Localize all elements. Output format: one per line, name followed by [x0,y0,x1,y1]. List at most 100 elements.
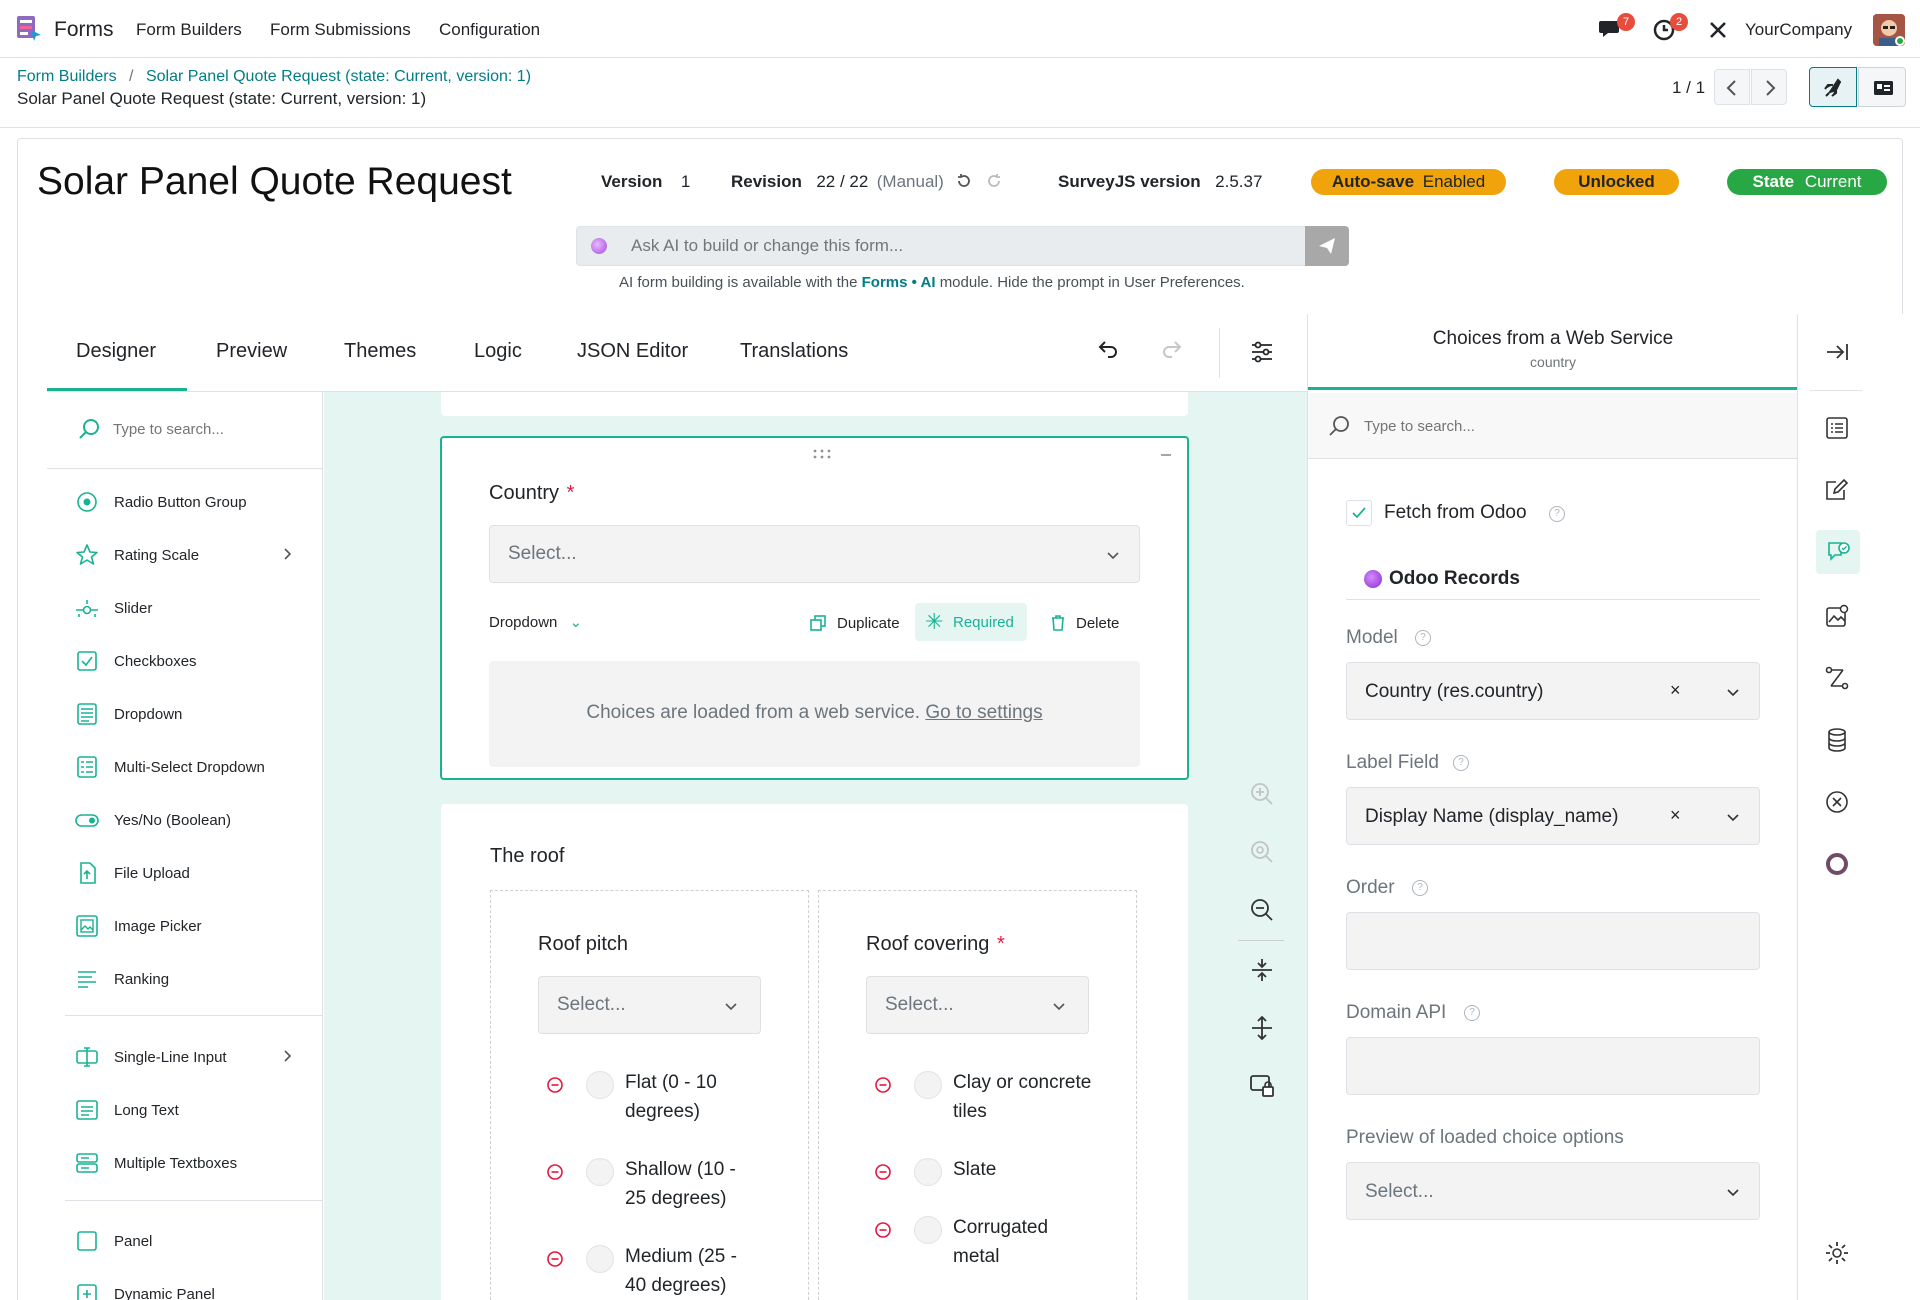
go-to-settings-link[interactable]: Go to settings [925,702,1042,723]
ai-hint-module[interactable]: Forms • AI [862,274,936,291]
property-search[interactable] [1308,393,1798,459]
toolbox-item-multiselect[interactable]: Multi-Select Dropdown [47,747,323,787]
choice-label[interactable]: Flat (0 - 10 degrees) [625,1068,755,1126]
forms-app-icon[interactable] [16,15,42,43]
tab-logic[interactable]: Logic [474,340,522,363]
radio-button[interactable] [586,1071,614,1099]
label-field-select[interactable]: Display Name (display_name) × [1346,787,1760,845]
pager-previous-button[interactable] [1714,69,1750,105]
menu-configuration[interactable]: Configuration [439,20,540,40]
required-toggle[interactable]: ✳ Required [915,603,1027,641]
toolbox-item-rating-scale[interactable]: Rating Scale [47,535,323,575]
toolbox-item-slider[interactable]: Slider [47,588,323,628]
tab-preview[interactable]: Preview [216,340,287,363]
choice-label[interactable]: Medium (25 - 40 degrees) [625,1242,755,1300]
breadcrumb-record[interactable]: Solar Panel Quote Request (state: Curren… [146,68,531,85]
toolbox-item-boolean[interactable]: Yes/No (Boolean) [47,800,323,840]
fetch-from-odoo-label[interactable]: Fetch from Odoo [1384,502,1527,524]
preview-choices-select[interactable]: Select... [1346,1162,1760,1220]
rail-choices-button-active[interactable] [1816,530,1860,574]
ai-prompt-input[interactable] [619,227,1305,265]
redo-icon[interactable] [1161,338,1187,364]
panel-card-roof[interactable]: The roof Roof pitch Select... Flat (0 - … [441,804,1188,1300]
question-card-country[interactable]: Country * Select... Dropdown ⌄ Duplicate… [440,436,1189,780]
country-select[interactable]: Select... [489,525,1140,583]
undo-revision-icon[interactable] [955,172,973,190]
tab-designer[interactable]: Designer [76,340,156,363]
choice-label[interactable]: Corrugated metal [953,1213,1073,1271]
settings-sliders-icon[interactable] [1249,339,1275,365]
user-avatar[interactable] [1873,14,1905,46]
question-card-roof-covering[interactable]: Roof covering * Select... Clay or concre… [818,890,1137,1300]
chevron-down-icon [1053,1003,1065,1011]
breadcrumb-form-builders[interactable]: Form Builders [17,68,117,85]
activities-button[interactable]: 2 [1653,13,1688,43]
lock-badge[interactable]: Unlocked [1554,169,1679,195]
panel-title[interactable]: The roof [490,845,564,868]
view-mode-form-button[interactable] [1809,67,1857,107]
help-icon[interactable]: ? [1464,1005,1480,1021]
order-input[interactable] [1346,912,1760,970]
toolbox-item-file-upload[interactable]: File Upload [47,853,323,893]
redo-revision-icon[interactable] [985,172,1003,190]
debug-tools-icon[interactable] [1708,20,1728,40]
clear-icon[interactable]: × [1670,680,1681,701]
roof-pitch-select[interactable]: Select... [538,976,761,1034]
pager-next-button[interactable] [1751,69,1787,105]
view-mode-card-button[interactable] [1858,67,1906,107]
delete-button[interactable]: Delete [1046,605,1136,641]
duplicate-button[interactable]: Duplicate [805,605,905,641]
toolbox-search[interactable] [47,392,323,469]
company-switcher[interactable]: YourCompany [1745,20,1852,40]
menu-form-builders[interactable]: Form Builders [136,20,242,40]
star-icon [76,544,98,565]
toolbox-search-input[interactable] [113,418,303,440]
roof-covering-select[interactable]: Select... [866,976,1089,1034]
question-title[interactable]: Roof covering * [866,933,1005,956]
question-title[interactable]: Roof pitch [538,933,628,956]
radio-button[interactable] [586,1158,614,1186]
question-card-roof-pitch[interactable]: Roof pitch Select... Flat (0 - 10 degree… [490,890,809,1300]
toolbox-item-ranking[interactable]: Ranking [47,959,323,999]
undo-icon[interactable] [1093,338,1119,364]
toolbox-item-dropdown[interactable]: Dropdown [47,694,323,734]
tab-json-editor[interactable]: JSON Editor [577,340,688,363]
toolbox-item-long-text[interactable]: Long Text [47,1090,323,1130]
property-search-input[interactable] [1364,415,1664,437]
tab-themes[interactable]: Themes [344,340,416,363]
ai-send-button[interactable] [1305,226,1349,266]
help-icon[interactable]: ? [1453,755,1469,771]
toolbox-item-image-picker[interactable]: Image Picker [47,906,323,946]
fetch-from-odoo-checkbox[interactable] [1346,500,1372,526]
toolbox-item-radio-group[interactable]: Radio Button Group [47,482,323,522]
model-select[interactable]: Country (res.country) × [1346,662,1760,720]
tab-translations[interactable]: Translations [740,340,848,363]
help-icon[interactable]: ? [1412,880,1428,896]
previous-question-card[interactable] [441,392,1188,416]
radio-button[interactable] [914,1071,942,1099]
autosave-badge[interactable]: Auto-save Enabled [1311,169,1506,195]
domain-api-input[interactable] [1346,1037,1760,1095]
clear-icon[interactable]: × [1670,805,1681,826]
help-icon[interactable]: ? [1549,506,1565,522]
menu-form-submissions[interactable]: Form Submissions [270,20,411,40]
radio-button[interactable] [914,1216,942,1244]
toolbox-item-multiple-textboxes[interactable]: Multiple Textboxes [47,1143,323,1183]
radio-button[interactable] [914,1158,942,1186]
toolbox-item-single-line-input[interactable]: Single-Line Input [47,1037,323,1077]
choice-label[interactable]: Shallow (10 - 25 degrees) [625,1155,755,1213]
choice-label[interactable]: Clay or concrete tiles [953,1068,1103,1126]
toolbox-item-checkboxes[interactable]: Checkboxes [47,641,323,681]
id-card-icon [1874,81,1893,95]
question-title[interactable]: Country * [489,482,574,505]
help-icon[interactable]: ? [1415,630,1431,646]
toolbox-item-dynamic-panel[interactable]: Dynamic Panel [47,1274,323,1300]
app-name[interactable]: Forms [54,18,114,42]
choice-label[interactable]: Slate [953,1155,1103,1184]
pager-value[interactable]: 1 / 1 [1672,78,1705,98]
question-type-selector[interactable]: Dropdown ⌄ [489,613,582,631]
radio-button[interactable] [586,1245,614,1273]
state-badge[interactable]: State Current [1727,169,1887,195]
toolbox-item-panel[interactable]: Panel [47,1221,323,1261]
messages-button[interactable]: 7 [1598,13,1635,43]
